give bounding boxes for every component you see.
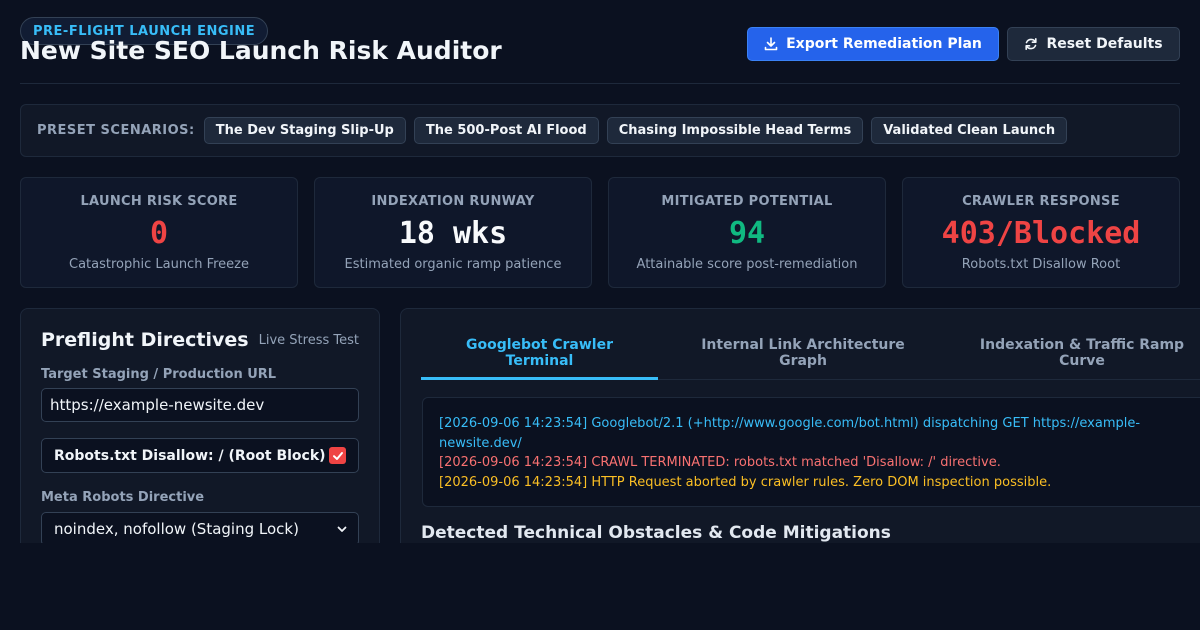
metric-value: 94 <box>728 216 766 251</box>
tab-crawler-terminal[interactable]: Googlebot Crawler Terminal <box>421 337 658 369</box>
preset-dev-staging[interactable]: The Dev Staging Slip-Up <box>203 117 406 144</box>
metric-subtitle: Robots.txt Disallow Root <box>961 257 1121 272</box>
log-line: [2026-09-06 14:23:54] CRAWL TERMINATED: … <box>439 455 1001 470</box>
preset-bar: PRESET SCENARIOS: The Dev Staging Slip-U… <box>20 104 1180 157</box>
checkmark-icon <box>332 451 343 460</box>
export-label: Export Remediation Plan <box>786 36 982 52</box>
live-stress-test-label: Live Stress Test <box>258 333 359 348</box>
crawler-terminal: [2026-09-06 14:23:54] Googlebot/2.1 (+ht… <box>422 397 1200 507</box>
preset-head-terms[interactable]: Chasing Impossible Head Terms <box>606 117 864 144</box>
target-url-input[interactable] <box>41 388 359 422</box>
meta-robots-value: noindex, nofollow (Staging Lock) <box>54 520 299 538</box>
app-viewport: PRE-FLIGHT LAUNCH ENGINE New Site SEO La… <box>0 0 1200 543</box>
metric-subtitle: Estimated organic ramp patience <box>344 257 562 272</box>
metric-indexation-runway: INDEXATION RUNWAY 18 wks Estimated organ… <box>314 177 592 288</box>
metric-subtitle: Catastrophic Launch Freeze <box>69 257 249 272</box>
tab-label: Curve <box>1059 353 1105 369</box>
download-icon <box>764 37 778 51</box>
reset-defaults-button[interactable]: Reset Defaults <box>1007 27 1180 61</box>
metric-label: INDEXATION RUNWAY <box>371 194 535 209</box>
tab-indexation-curve[interactable]: Indexation & Traffic Ramp Curve <box>971 337 1193 369</box>
export-remediation-button[interactable]: Export Remediation Plan <box>747 27 999 61</box>
robots-disallow-checkbox[interactable] <box>329 447 346 464</box>
tab-label: Indexation & Traffic Ramp <box>979 337 1185 353</box>
robots-disallow-toggle[interactable]: Robots.txt Disallow: / (Root Block) <box>41 438 359 473</box>
preset-clean-launch[interactable]: Validated Clean Launch <box>871 117 1068 144</box>
metric-crawler-response: CRAWLER RESPONSE 403/Blocked Robots.txt … <box>902 177 1180 288</box>
tab-link-architecture[interactable]: Internal Link Architecture Graph <box>683 337 923 369</box>
metric-label: LAUNCH RISK SCORE <box>80 194 238 209</box>
metric-subtitle: Attainable score post-remediation <box>636 257 858 272</box>
analysis-panel: Googlebot Crawler Terminal Internal Link… <box>400 308 1200 543</box>
preset-ai-flood[interactable]: The 500-Post AI Flood <box>413 117 599 144</box>
preset-label: PRESET SCENARIOS: <box>37 123 195 138</box>
log-line: [2026-09-06 14:23:54] HTTP Request abort… <box>439 474 1052 490</box>
metric-mitigated-potential: MITIGATED POTENTIAL 94 Attainable score … <box>608 177 886 288</box>
robots-disallow-label: Robots.txt Disallow: / (Root Block) <box>54 447 326 464</box>
tab-label: Internal Link Architecture <box>701 337 905 353</box>
refresh-icon <box>1025 38 1038 50</box>
panel-title: Preflight Directives <box>41 329 249 351</box>
metric-launch-risk: LAUNCH RISK SCORE 0 Catastrophic Launch … <box>20 177 298 288</box>
metric-label: MITIGATED POTENTIAL <box>661 194 833 209</box>
metric-value: 0 <box>149 216 169 251</box>
page-title: New Site SEO Launch Risk Auditor <box>20 36 502 65</box>
metric-value: 18 wks <box>398 216 508 251</box>
metric-label: CRAWLER RESPONSE <box>962 194 1120 209</box>
preflight-directives-panel: Preflight Directives Live Stress Test Ta… <box>20 308 380 543</box>
tab-label: Googlebot Crawler <box>465 337 613 353</box>
header-divider <box>20 83 1180 84</box>
chevron-down-icon <box>337 526 347 532</box>
obstacles-section-title: Detected Technical Obstacles & Code Miti… <box>421 523 891 543</box>
reset-label: Reset Defaults <box>1046 36 1163 52</box>
metric-value: 403/Blocked <box>941 216 1141 251</box>
url-field-label: Target Staging / Production URL <box>41 367 277 382</box>
meta-robots-label: Meta Robots Directive <box>41 490 205 505</box>
active-tab-indicator <box>421 377 658 380</box>
meta-robots-select[interactable]: noindex, nofollow (Staging Lock) <box>41 512 359 543</box>
tab-label: Terminal <box>505 353 574 369</box>
log-line: [2026-09-06 14:23:54] Googlebot/2.1 (+ht… <box>439 416 1141 451</box>
tab-label: Graph <box>779 353 827 369</box>
